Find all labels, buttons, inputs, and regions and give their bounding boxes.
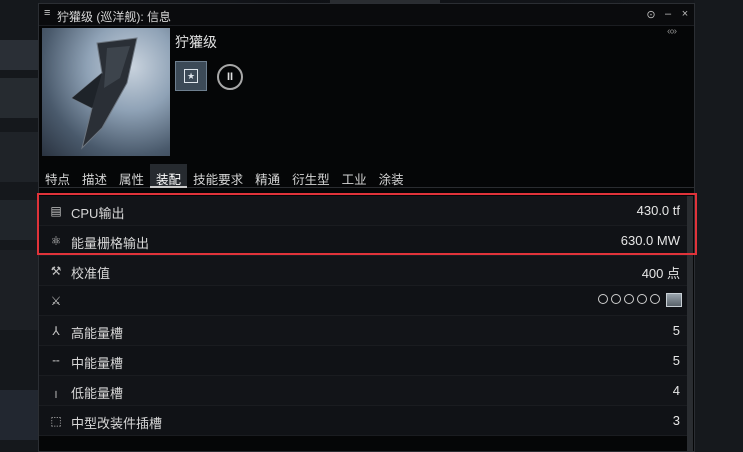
close-icon[interactable]: × [679,8,691,20]
row-mid-slots: ╌ 中能量槽 5 [39,346,690,376]
tab-mastery[interactable]: 精通 [249,164,286,188]
tab-skill-requirements[interactable]: 技能要求 [187,164,249,188]
cpu-icon: ▤ [50,204,62,218]
minimize-icon[interactable]: – [662,8,674,20]
pin-icon[interactable]: ⊙ [645,8,657,21]
low-slot-icon: ╷ [52,384,60,398]
tab-traits[interactable]: 特点 [39,164,76,188]
row-calibration: ⚒ 校准值 400 点 [39,256,690,286]
hardpoint-circle [611,294,621,304]
row-turret-hardpoints: ⚔ [39,286,690,316]
menu-icon[interactable]: ≡ [44,8,54,19]
turret-icon: ⚔ [50,294,62,308]
titlebar: ≡ 狞獾级 (巡洋舰): 信息 ⊙ – × [39,4,694,26]
bookmark-icon[interactable]: ★ [175,61,207,91]
row-low-slots: ╷ 低能量槽 4 [39,376,690,406]
tab-attributes[interactable]: 属性 [113,164,150,188]
hardpoint-circle [650,294,660,304]
row-label: 高能量槽 [71,326,124,341]
row-value: 630.0 MW [620,233,680,248]
left-background-panel [0,0,40,452]
fitting-attribute-list: ▤ CPU输出 430.0 tf ⚛ 能量栅格输出 630.0 MW ⚒ 校准值… [39,196,694,436]
row-label: CPU输出 [71,206,125,221]
row-label: 能量栅格输出 [71,236,150,251]
row-label: 低能量槽 [71,386,124,401]
tab-skins[interactable]: 涂装 [373,164,410,188]
rig-slot-icon: ⬚ [50,414,62,428]
tab-description[interactable]: 描述 [76,164,113,188]
right-background-panel [694,0,743,452]
tab-fitting[interactable]: 装配 [150,164,188,188]
tab-bar: 特点 描述 属性 装配 技能要求 精通 衍生型 工业 涂装 [39,164,694,188]
row-label: 中型改装件插槽 [71,416,163,431]
info-window: ≡ 狞獾级 (巡洋舰): 信息 ⊙ – × 狞獾级 «» ★ II 特点 描述 … [38,3,695,452]
row-powergrid-output: ⚛ 能量栅格输出 630.0 MW [39,226,690,256]
hardpoint-circle [637,294,647,304]
hardpoint-circle [624,294,634,304]
row-value: 5 [672,353,680,368]
high-slot-icon: ⅄ [52,324,60,338]
scrollbar[interactable] [687,196,693,451]
row-value: 5 [672,323,680,338]
row-value: 4 [672,383,680,398]
hardpoint-circles [598,294,660,304]
row-label: 校准值 [71,266,111,281]
hardpoint-circle [598,294,608,304]
calibration-icon: ⚒ [50,264,62,278]
row-rig-slots: ⬚ 中型改装件插槽 3 [39,406,690,436]
mastery-icon[interactable]: II [217,64,243,90]
row-value: 430.0 tf [636,203,680,218]
tab-industry[interactable]: 工业 [336,164,373,188]
row-value: 400 点 [641,266,680,281]
ship-portrait [42,28,170,156]
ship-name: 狞獾级 [175,34,217,50]
row-value: 3 [672,413,680,428]
powergrid-icon: ⚛ [50,234,62,248]
row-high-slots: ⅄ 高能量槽 5 [39,316,690,346]
row-cpu-output: ▤ CPU输出 430.0 tf [39,196,690,226]
tab-variations[interactable]: 衍生型 [286,164,336,188]
mid-slot-icon: ╌ [52,354,60,368]
collapse-icon[interactable]: «» [667,26,677,37]
row-label: 中能量槽 [71,356,124,371]
launcher-icon [666,293,682,307]
window-title: 狞獾级 (巡洋舰): 信息 [57,10,171,24]
